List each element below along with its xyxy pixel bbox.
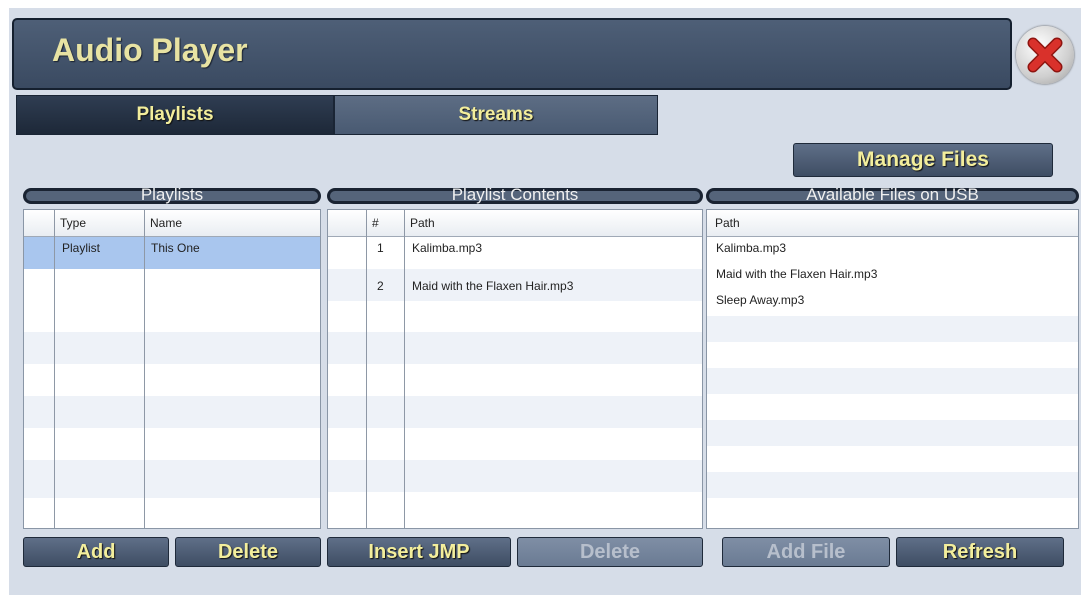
usb-file-path-cell: Maid with the Flaxen Hair.mp3 (716, 267, 878, 281)
content-number-cell: 1 (377, 241, 384, 255)
insert-jmp-button[interactable]: Insert JMP (327, 537, 511, 567)
delete-playlist-button[interactable]: Delete (175, 537, 321, 567)
playlists-section-header: Playlists (23, 185, 321, 204)
close-icon (1027, 37, 1063, 73)
content-path-cell: Kalimba.mp3 (412, 241, 483, 255)
add-file-button[interactable]: Add File (722, 537, 890, 567)
playlists-table: Type Name Playlist This One (23, 209, 321, 529)
add-playlist-button[interactable]: Add (23, 537, 169, 567)
table-row[interactable]: Kalimba.mp3 (707, 237, 1078, 263)
column-header-number[interactable]: # (366, 210, 379, 236)
table-row[interactable]: Playlist This One (24, 237, 320, 269)
table-row[interactable]: Maid with the Flaxen Hair.mp3 (707, 263, 1078, 289)
playlists-header-label: Playlists (140, 185, 204, 204)
content-path-cell: Maid with the Flaxen Hair.mp3 (412, 279, 574, 293)
column-header-type[interactable]: Type (54, 210, 86, 236)
playlist-type-cell: Playlist (62, 241, 101, 255)
audio-player-window: Audio Player Playlists Streams Manage Fi… (9, 8, 1081, 595)
usb-files-section-header: Available Files on USB (706, 185, 1079, 204)
table-row[interactable]: Sleep Away.mp3 (707, 289, 1078, 315)
table-header (707, 210, 1078, 237)
table-row[interactable]: 2 Maid with the Flaxen Hair.mp3 (328, 275, 702, 307)
playlist-name-cell: This One (151, 241, 200, 255)
column-header-path[interactable]: Path (709, 210, 740, 236)
refresh-button[interactable]: Refresh (896, 537, 1064, 567)
playlist-contents-section-header: Playlist Contents (327, 185, 703, 204)
usb-files-table: Path Kalimba.mp3 Maid with the Flaxen Ha… (706, 209, 1079, 529)
tab-playlists[interactable]: Playlists (16, 95, 334, 135)
usb-files-header-label: Available Files on USB (806, 185, 979, 204)
tab-streams[interactable]: Streams (334, 95, 658, 135)
table-row[interactable]: 1 Kalimba.mp3 (328, 237, 702, 269)
playlist-contents-table: # Path 1 Kalimba.mp3 2 Maid with the Fla… (327, 209, 703, 529)
title-bar: Audio Player (12, 18, 1012, 90)
usb-file-path-cell: Sleep Away.mp3 (716, 293, 805, 307)
delete-content-button[interactable]: Delete (517, 537, 703, 567)
column-header-name[interactable]: Name (144, 210, 182, 236)
playlist-contents-header-label: Playlist Contents (451, 185, 579, 204)
table-header (328, 210, 702, 237)
manage-files-button[interactable]: Manage Files (793, 143, 1053, 177)
column-header-path[interactable]: Path (404, 210, 435, 236)
window-title: Audio Player (52, 32, 248, 68)
close-button[interactable] (1016, 26, 1074, 84)
usb-file-path-cell: Kalimba.mp3 (716, 241, 787, 255)
content-number-cell: 2 (377, 279, 384, 293)
